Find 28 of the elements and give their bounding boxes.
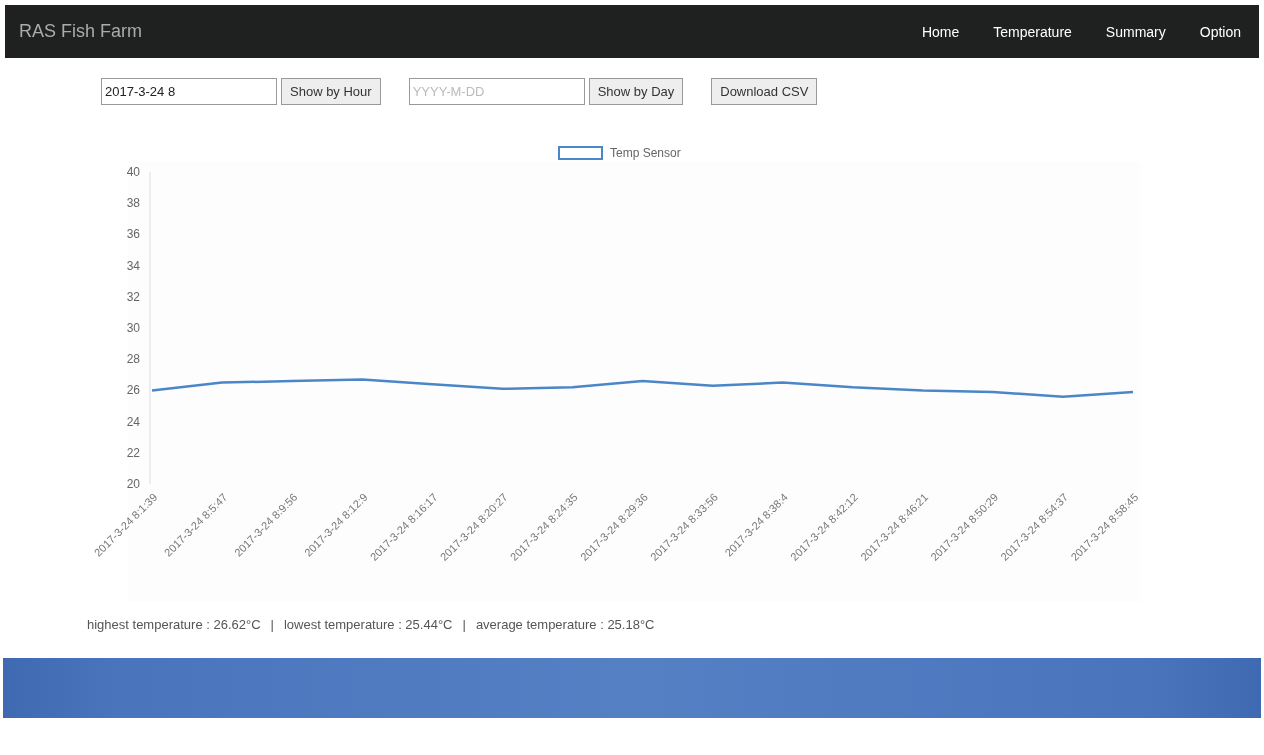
y-tick-label: 40 <box>126 165 140 179</box>
y-tick-label: 26 <box>126 383 140 398</box>
legend-item[interactable]: Temp Sensor <box>558 146 681 160</box>
separator: | <box>462 617 466 632</box>
y-tick-label: 38 <box>126 196 140 211</box>
nav-link[interactable]: Home <box>921 23 960 40</box>
nav-link[interactable]: Summary <box>1105 23 1166 40</box>
y-tick-label: 28 <box>126 352 140 367</box>
y-tick-label: 24 <box>126 414 140 429</box>
legend-label: Temp Sensor <box>610 146 681 160</box>
y-tick-label: 34 <box>126 258 140 273</box>
action-button[interactable]: Show by Day <box>588 78 684 105</box>
action-button[interactable]: Show by Hour <box>281 78 381 105</box>
stat-text: highest temperature : 26.62°C <box>87 617 261 632</box>
nav-link[interactable]: Temperature <box>993 23 1072 40</box>
action-button[interactable]: Download CSV <box>711 78 818 105</box>
separator: | <box>270 617 274 632</box>
stat-text: lowest temperature : 25.44°C <box>283 617 453 632</box>
y-tick-label: 30 <box>126 321 140 335</box>
brand-title[interactable]: RAS Fish Farm <box>19 21 142 42</box>
stat-text: average temperature : 25.18°C <box>475 617 655 632</box>
date-field[interactable]: YYYY-M-DD <box>408 78 585 105</box>
date-field[interactable]: 2017-3-24 8 <box>101 78 277 105</box>
y-tick-label: 32 <box>126 289 140 304</box>
y-tick-label: 22 <box>126 445 140 460</box>
nav-link[interactable]: Option <box>1199 23 1241 40</box>
y-tick-label: 20 <box>126 477 140 491</box>
y-tick-label: 36 <box>126 227 140 242</box>
